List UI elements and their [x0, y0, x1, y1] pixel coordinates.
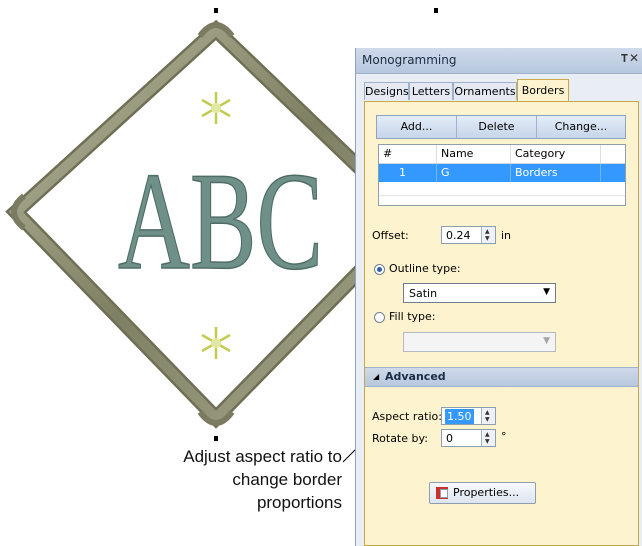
tab-borders[interactable]: Borders [517, 79, 569, 101]
spin-arrows-icon[interactable]: ▲ ▼ [481, 408, 495, 424]
callout-text: change border [232, 470, 342, 489]
outline-type-select[interactable]: Satin ▼ [403, 283, 556, 303]
selection-handle[interactable] [214, 8, 218, 13]
tab-letters[interactable]: Letters [409, 82, 453, 100]
callout-text: proportions [256, 493, 342, 512]
borders-table: # Name Category 1 G Borders [378, 144, 626, 206]
panel-titlebar: Monogramming 𝐓 ✕ [356, 48, 642, 74]
advanced-section-title: Advanced [385, 370, 446, 383]
properties-icon [436, 487, 448, 499]
add-button[interactable]: Add... [377, 116, 457, 138]
outline-type-value: Satin [409, 287, 438, 300]
change-button[interactable]: Change... [537, 116, 625, 138]
offset-label: Offset: [372, 229, 409, 242]
border-toolbar: Add... Delete Change... [376, 115, 626, 139]
spin-arrows-icon[interactable]: ▲ ▼ [481, 227, 495, 243]
callout-text: Adjust aspect ratio to [183, 447, 342, 466]
pin-icon[interactable]: 𝐓 [621, 52, 628, 66]
rotate-by-label: Rotate by: [372, 432, 428, 445]
chevron-down-icon: ▼ [543, 336, 550, 346]
row-name: G [437, 164, 511, 182]
row-number: 1 [379, 164, 437, 182]
fill-type-radio[interactable] [374, 312, 385, 323]
delete-button[interactable]: Delete [457, 116, 537, 138]
outline-type-radio[interactable] [374, 264, 385, 275]
aspect-ratio-label: Aspect ratio: [372, 410, 442, 423]
offset-value: 0.24 [446, 229, 471, 242]
tab-ornaments[interactable]: Ornaments [453, 82, 517, 100]
fill-type-label: Fill type: [389, 310, 436, 323]
offset-unit: in [501, 229, 512, 242]
collapse-triangle-icon[interactable]: ◢ [373, 372, 379, 381]
row-category: Borders [511, 164, 601, 182]
offset-spinner[interactable]: 0.24 ▲ ▼ [441, 226, 496, 244]
close-icon[interactable]: ✕ [629, 51, 639, 65]
spin-arrows-icon[interactable]: ▲ ▼ [481, 430, 495, 446]
selection-handle[interactable] [434, 8, 438, 13]
column-header-category[interactable]: Category [511, 145, 601, 163]
borders-tab-content: Add... Delete Change... # Name Category … [364, 101, 639, 546]
chevron-down-icon: ▼ [543, 287, 550, 297]
outline-type-label: Outline type: [389, 262, 461, 275]
column-header-number[interactable]: # [379, 145, 437, 163]
fill-type-select: ▼ [403, 332, 556, 352]
panel-title: Monogramming [362, 53, 457, 67]
star-ornament-icon [201, 92, 231, 124]
table-row[interactable]: 1 G Borders [379, 164, 625, 182]
properties-label: Properties... [453, 486, 520, 499]
column-header-name[interactable]: Name [437, 145, 511, 163]
rotate-by-spinner[interactable]: 0 ▲ ▼ [441, 429, 496, 447]
properties-button[interactable]: Properties... [429, 482, 536, 504]
selection-handle[interactable] [214, 436, 218, 441]
rotate-by-value: 0 [446, 432, 453, 445]
monogram-letters: ABC [118, 144, 323, 299]
rotate-by-unit: ° [501, 430, 507, 443]
aspect-ratio-value: 1.50 [445, 409, 474, 424]
star-ornament-icon [201, 327, 231, 359]
advanced-section-header[interactable]: ◢ Advanced [365, 367, 638, 387]
tab-designs[interactable]: Designs [364, 82, 409, 100]
aspect-ratio-spinner[interactable]: 1.50 ▲ ▼ [441, 407, 496, 425]
monogramming-panel: Monogramming 𝐓 ✕ Designs Letters Ornamen… [355, 48, 642, 546]
table-header-row: # Name Category [379, 145, 625, 164]
table-row-empty [379, 183, 625, 196]
